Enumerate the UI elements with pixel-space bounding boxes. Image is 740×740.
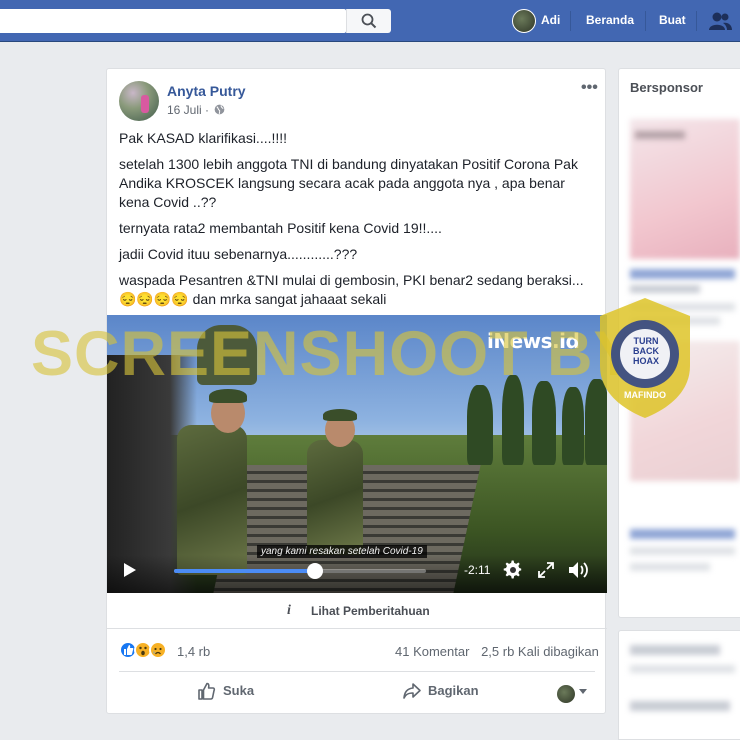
video-frame-beret: [323, 409, 357, 421]
thumbs-up-icon: [198, 682, 216, 700]
see-notice-link[interactable]: Lihat Pemberitahuan: [311, 604, 430, 618]
sidebar-blurred-text: [630, 645, 720, 655]
video-frame-tree: [562, 387, 584, 465]
sidebar-blurred-text: [630, 665, 735, 673]
create-link[interactable]: Buat: [659, 13, 686, 27]
video-frame-soldier: [307, 440, 363, 555]
share-count[interactable]: 2,5 rb Kali dibagikan: [481, 644, 599, 659]
nav-divider: [645, 11, 646, 31]
sidebar-blurred-text: [630, 701, 730, 711]
nav-divider: [696, 11, 697, 31]
like-button[interactable]: Suka: [198, 682, 255, 700]
share-as-avatar[interactable]: [557, 685, 575, 703]
video-frame-tree: [467, 385, 493, 465]
divider: [119, 671, 595, 672]
sponsored-ad-text: [630, 547, 735, 555]
volume-icon[interactable]: [568, 560, 590, 580]
globe-icon: [214, 104, 225, 115]
post-paragraph: setelah 1300 lebih anggota TNI di bandun…: [119, 156, 578, 210]
post-paragraph: Pak KASAD klarifikasi....!!!!: [119, 130, 288, 146]
home-link[interactable]: Beranda: [586, 13, 634, 27]
top-navigation-bar: Adi Beranda Buat: [0, 0, 740, 42]
video-progress-fill: [174, 569, 316, 573]
sad-reaction-icon: [149, 641, 167, 659]
turn-back-hoax-label: TURN BACK HOAX: [632, 336, 659, 366]
video-controls: [107, 555, 607, 593]
profile-link[interactable]: Adi: [541, 13, 560, 27]
sidebar-panel-2: [618, 630, 740, 740]
sponsored-ad-headline[interactable]: [630, 269, 735, 279]
nav-divider: [570, 11, 571, 31]
reaction-count[interactable]: 1,4 rb: [177, 644, 210, 659]
video-time-remaining: -2:11: [464, 563, 491, 577]
friend-requests-icon[interactable]: [708, 11, 732, 31]
post-paragraph: waspada Pesantren &TNI mulai di gembosin…: [119, 272, 584, 288]
comment-count[interactable]: 41 Komentar: [395, 644, 469, 659]
author-avatar[interactable]: [119, 81, 159, 121]
sponsored-ad-headline[interactable]: [630, 529, 735, 539]
fullscreen-icon[interactable]: [538, 562, 554, 578]
chevron-down-icon[interactable]: [579, 689, 587, 694]
play-icon[interactable]: [123, 562, 137, 578]
notice-bar[interactable]: i Lihat Pemberitahuan: [107, 593, 607, 629]
post-date[interactable]: 16 Juli ·: [167, 103, 209, 117]
sponsored-ad-text: [630, 563, 710, 571]
post-stats: 41 Komentar 2,5 rb Kali dibagikan: [395, 644, 599, 659]
sponsored-ad-image[interactable]: [630, 119, 740, 259]
post-paragraph: jadii Covid ituu sebenarnya............?…: [119, 246, 358, 262]
video-frame-soldier: [177, 425, 247, 575]
search-icon: [361, 13, 377, 29]
mafindo-badge-label: MAFINDO: [624, 390, 666, 400]
video-frame-beret: [209, 389, 247, 403]
sponsored-ad-logo: [635, 131, 685, 139]
video-frame-tree: [532, 381, 556, 465]
search-input[interactable]: [0, 9, 346, 33]
post-paragraph: 😔😔😔😔 dan mrka sangat jahaaat sekali: [119, 291, 387, 307]
post-card: Anyta Putry 16 Juli · ••• Pak KASAD klar…: [106, 68, 607, 714]
settings-gear-icon[interactable]: [503, 560, 523, 580]
post-paragraph: ternyata rata2 membantah Positif kena Co…: [119, 220, 442, 236]
author-name[interactable]: Anyta Putry: [167, 83, 246, 99]
post-body: Pak KASAD klarifikasi....!!!! setelah 13…: [119, 129, 597, 316]
like-label: Suka: [223, 683, 255, 698]
video-progress-handle[interactable]: [307, 563, 324, 579]
share-label: Bagikan: [428, 683, 479, 698]
info-icon: i: [287, 603, 291, 618]
user-avatar[interactable]: [512, 9, 536, 33]
date-separator: ·: [205, 103, 210, 117]
share-arrow-icon: [403, 683, 421, 699]
sponsored-ad-link[interactable]: [630, 285, 700, 293]
sponsored-title: Bersponsor: [630, 80, 703, 95]
search-button[interactable]: [346, 9, 391, 33]
post-date-text: 16 Juli: [167, 103, 202, 117]
video-progress-bar[interactable]: [174, 563, 426, 579]
share-button[interactable]: Bagikan: [403, 683, 479, 699]
watermark-text: SCREENSHOOT BY: [31, 319, 637, 389]
post-options-button[interactable]: •••: [581, 79, 598, 97]
